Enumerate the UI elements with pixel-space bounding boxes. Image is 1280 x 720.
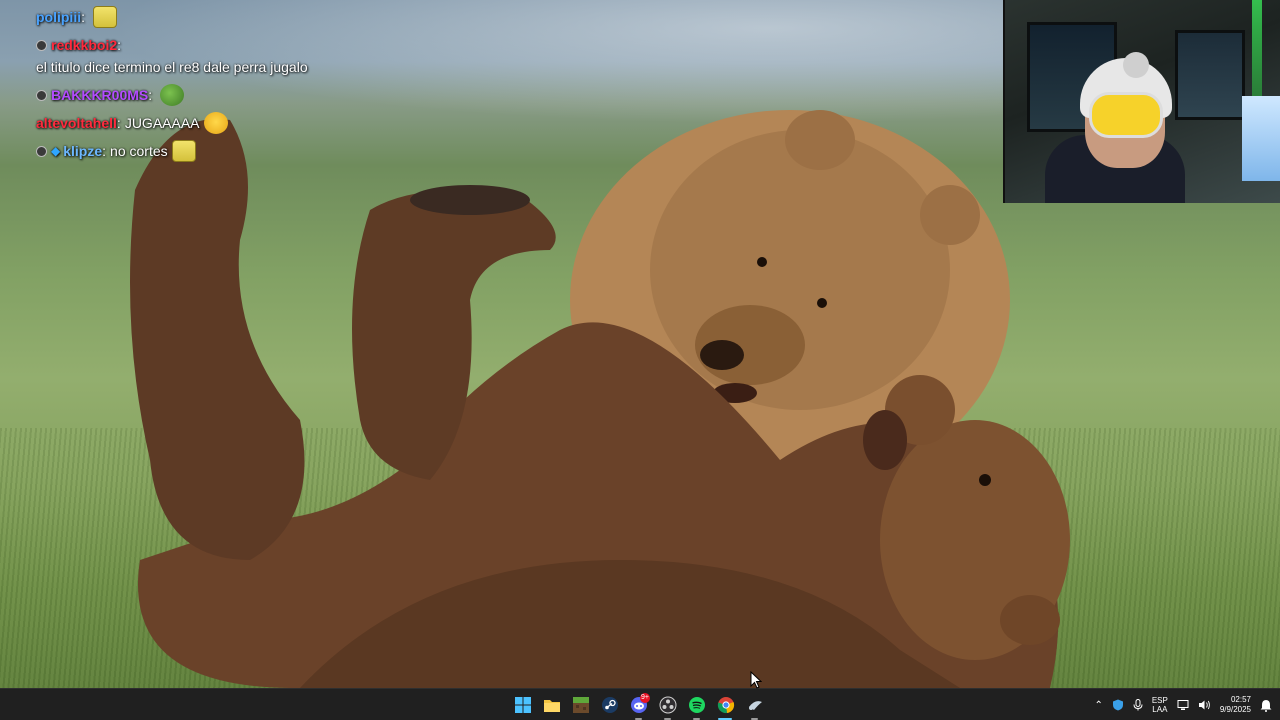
network-icon[interactable] — [1177, 699, 1189, 711]
chat-username[interactable]: BAKKKR00MS — [51, 84, 148, 106]
webcam-overlay — [1003, 0, 1280, 203]
spotify-button[interactable] — [682, 689, 711, 720]
minecraft-button[interactable] — [566, 689, 595, 720]
mouse-cursor-icon — [750, 671, 762, 689]
spongebob-emote — [171, 140, 196, 162]
defender-shield-icon[interactable] — [1112, 699, 1124, 711]
chat-message: altevoltahell: JUGAAAAA — [36, 112, 376, 134]
clock[interactable]: 02:57 9/9/2025 — [1220, 695, 1251, 715]
steam-app-icon — [748, 701, 762, 710]
chat-username[interactable]: polipiii — [36, 6, 81, 28]
notification-bell-icon[interactable] — [1260, 699, 1272, 712]
room-window — [1175, 30, 1245, 120]
steam-app-button[interactable] — [740, 689, 769, 720]
monitor-screen — [1242, 96, 1280, 181]
user-badge-icon — [36, 39, 47, 51]
discord-button[interactable]: 9+ — [624, 689, 653, 720]
file-explorer-button[interactable] — [537, 689, 566, 720]
minecraft-icon — [572, 697, 589, 713]
chrome-button[interactable] — [711, 689, 740, 720]
show-hidden-icons-chevron-icon[interactable]: ⌃ — [1094, 700, 1102, 711]
spongebob-emote — [93, 6, 117, 28]
chrome-icon — [717, 697, 734, 714]
clock-date: 9/9/2025 — [1219, 705, 1251, 714]
chat-username[interactable]: altevoltahell — [36, 112, 117, 134]
stream-chat: polipiii: redkkboi2: el titulo dice term… — [36, 6, 376, 168]
user-badge-icon — [36, 145, 47, 157]
chat-text: el titulo dice termino el re8 dale perra… — [36, 59, 308, 75]
file-explorer-icon — [543, 700, 560, 712]
steam-button[interactable] — [595, 689, 624, 720]
discord-notification-badge: 9+ — [640, 693, 650, 703]
volume-icon[interactable] — [1198, 699, 1211, 711]
start-icon — [514, 697, 531, 713]
user-badge-icon — [36, 89, 47, 101]
beanie-pompom — [1123, 52, 1149, 78]
clock-time: 02:57 — [1230, 695, 1251, 704]
taskbar: 9+ ⌃ ESP LAA 02:57 9/9/2025 — [0, 688, 1280, 720]
steam-icon — [601, 697, 618, 713]
taskbar-apps: 9+ — [508, 689, 769, 720]
chat-message: ◆ klipze: no cortes — [36, 140, 376, 162]
system-tray: ⌃ ESP LAA 02:57 9/9/2025 — [1094, 689, 1272, 720]
chat-message: redkkboi2: el titulo dice termino el re8… — [36, 34, 376, 78]
input-language-indicator[interactable]: ESP LAA — [1152, 696, 1168, 714]
laughing-emote — [203, 112, 228, 134]
chat-message: polipiii: — [36, 6, 376, 28]
obs-icon — [659, 696, 676, 714]
microphone-icon[interactable] — [1133, 699, 1143, 711]
spotify-icon — [688, 697, 705, 713]
pepe-emote — [160, 84, 185, 106]
chat-username[interactable]: klipze — [63, 140, 102, 162]
led-light — [1252, 0, 1262, 100]
gem-badge-icon: ◆ — [51, 144, 61, 158]
chat-message: BAKKKR00MS: — [36, 84, 376, 106]
start-button[interactable] — [508, 689, 537, 720]
chat-text: JUGAAAAA — [124, 115, 200, 131]
chat-text: no cortes — [110, 143, 168, 159]
obs-button[interactable] — [653, 689, 682, 720]
headset — [1089, 92, 1163, 138]
chat-username[interactable]: redkkboi2 — [51, 34, 117, 56]
